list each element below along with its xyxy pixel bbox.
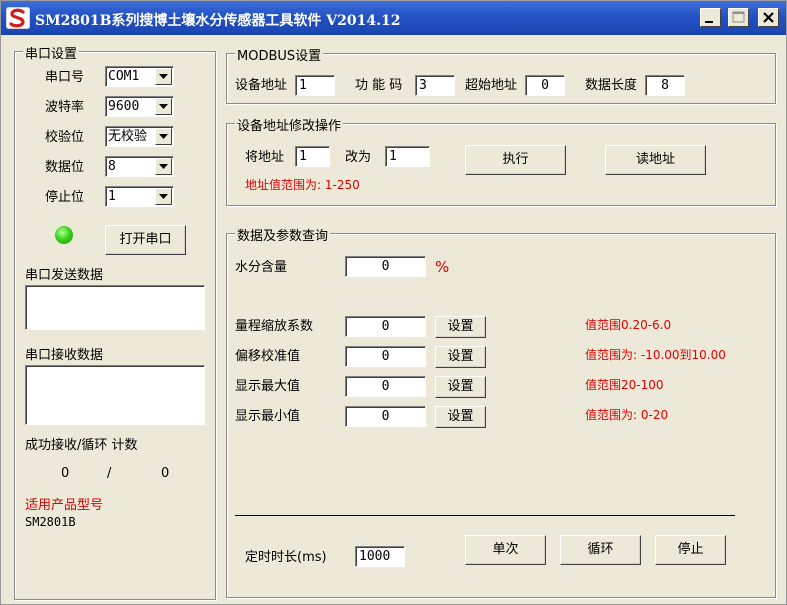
param-range-offset: 值范围为: -10.00到10.00 (585, 348, 726, 362)
modbus-legend: MODBUS设置 (235, 45, 324, 64)
param-range-max: 值范围20-100 (585, 378, 664, 392)
chevron-down-icon[interactable] (155, 68, 172, 85)
stopbits-label: 停止位 (45, 190, 85, 205)
set-button-offset[interactable]: 设置 (435, 346, 486, 368)
chevron-down-icon[interactable] (155, 98, 172, 115)
close-icon (763, 12, 774, 23)
count-separator: / (107, 466, 112, 481)
to-addr-input[interactable]: 1 (385, 146, 430, 167)
param-range-scale: 值范围0.20-6.0 (585, 318, 672, 332)
success-count: 0 (61, 466, 70, 481)
addr-change-legend: 设备地址修改操作 (235, 115, 344, 134)
divider-line (235, 515, 735, 516)
chevron-down-icon[interactable] (155, 188, 172, 205)
start-addr-label: 超始地址 (465, 78, 518, 93)
start-addr-input[interactable]: 0 (525, 75, 565, 96)
baud-label: 波特率 (45, 100, 85, 115)
app-window: SM2801B系列搜博土壤水分传感器工具软件 V2014.12 串口设置 串口号… (0, 0, 787, 605)
port-select[interactable]: COM1 (105, 66, 174, 87)
chevron-down-icon[interactable] (155, 158, 172, 175)
from-addr-label: 将地址 (245, 150, 285, 165)
minimize-button[interactable] (700, 8, 721, 27)
param-input-max[interactable]: 0 (345, 376, 426, 397)
param-input-scale[interactable]: 0 (345, 316, 426, 337)
from-addr-input[interactable]: 1 (295, 146, 330, 167)
databits-select[interactable]: 8 (105, 156, 174, 177)
databits-label: 数据位 (45, 160, 85, 175)
stop-button[interactable]: 停止 (655, 535, 726, 565)
counter-label: 成功接收/循环 计数 (25, 438, 138, 453)
parity-label: 校验位 (45, 130, 85, 145)
data-len-label: 数据长度 (585, 78, 638, 93)
app-logo-icon (6, 7, 30, 29)
data-len-input[interactable]: 8 (645, 75, 685, 96)
device-addr-input[interactable]: 1 (295, 75, 335, 96)
minimize-icon (705, 21, 713, 23)
set-button-min[interactable]: 设置 (435, 406, 486, 428)
param-label-max: 显示最大值 (235, 379, 301, 394)
addr-range-hint: 地址值范围为: 1-250 (245, 178, 360, 192)
maximize-icon (732, 11, 745, 23)
function-code-input[interactable]: 3 (415, 75, 455, 96)
title-bar[interactable]: SM2801B系列搜博土壤水分传感器工具软件 V2014.12 (1, 1, 786, 35)
stopbits-select[interactable]: 1 (105, 186, 174, 207)
parity-select[interactable]: 无校验 (105, 126, 174, 147)
device-addr-label: 设备地址 (235, 78, 288, 93)
window-title: SM2801B系列搜博土壤水分传感器工具软件 V2014.12 (35, 13, 401, 29)
param-label-offset: 偏移校准值 (235, 349, 301, 364)
serial-settings-legend: 串口设置 (23, 43, 80, 62)
send-data-label: 串口发送数据 (25, 268, 104, 283)
port-label: 串口号 (45, 70, 85, 85)
moisture-label: 水分含量 (235, 260, 288, 275)
to-addr-label: 改为 (345, 150, 372, 165)
connection-status-led-icon (55, 226, 73, 244)
baud-select[interactable]: 9600 (105, 96, 174, 117)
product-label: 适用产品型号 (25, 498, 104, 513)
single-read-button[interactable]: 单次 (465, 535, 546, 565)
moisture-unit: % (435, 258, 450, 276)
read-addr-button[interactable]: 读地址 (605, 145, 706, 175)
close-button[interactable] (758, 8, 779, 27)
set-button-scale[interactable]: 设置 (435, 316, 486, 338)
loop-count: 0 (161, 466, 170, 481)
param-input-min[interactable]: 0 (345, 406, 426, 427)
recv-data-textarea[interactable] (25, 365, 205, 425)
param-range-min: 值范围为: 0-20 (585, 408, 669, 422)
open-port-button[interactable]: 打开串口 (105, 225, 186, 255)
product-model: SM2801B (25, 515, 76, 529)
param-input-offset[interactable]: 0 (345, 346, 426, 367)
execute-button[interactable]: 执行 (465, 145, 566, 175)
loop-read-button[interactable]: 循环 (560, 535, 641, 565)
moisture-value: 0 (345, 256, 426, 277)
set-button-max[interactable]: 设置 (435, 376, 486, 398)
function-code-label: 功 能 码 (355, 78, 403, 93)
chevron-down-icon[interactable] (155, 128, 172, 145)
recv-data-label: 串口接收数据 (25, 348, 104, 363)
param-label-min: 显示最小值 (235, 409, 301, 424)
query-legend: 数据及参数查询 (235, 225, 331, 244)
param-label-scale: 量程缩放系数 (235, 319, 314, 334)
send-data-textarea[interactable] (25, 285, 205, 330)
timer-input[interactable]: 1000 (355, 546, 405, 567)
maximize-button[interactable] (728, 8, 749, 27)
timer-label: 定时时长(ms) (245, 550, 327, 565)
